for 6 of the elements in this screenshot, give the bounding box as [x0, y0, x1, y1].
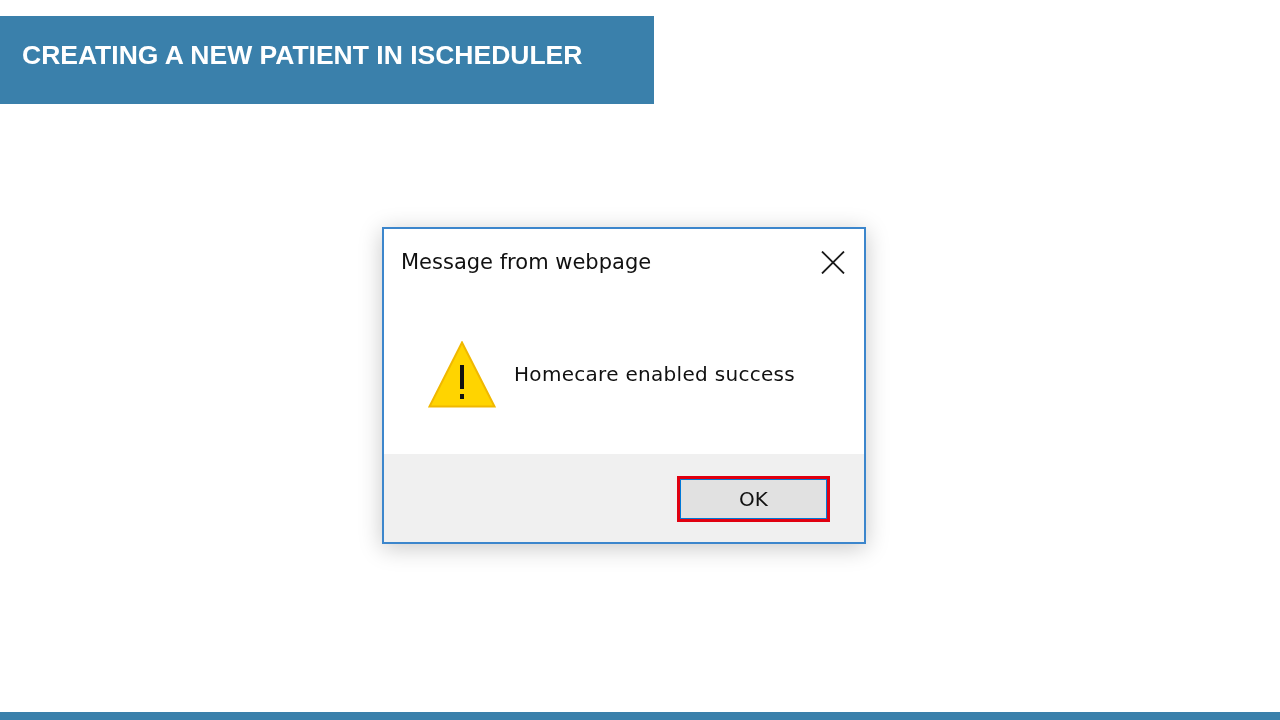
dialog-title: Message from webpage: [401, 250, 652, 274]
close-icon[interactable]: [821, 250, 845, 274]
slide-title: CREATING A NEW PATIENT IN ISCHEDULER: [22, 39, 583, 71]
ok-button[interactable]: OK: [677, 476, 830, 522]
warning-icon: [428, 340, 496, 408]
dialog-message: Homecare enabled success: [514, 362, 796, 386]
